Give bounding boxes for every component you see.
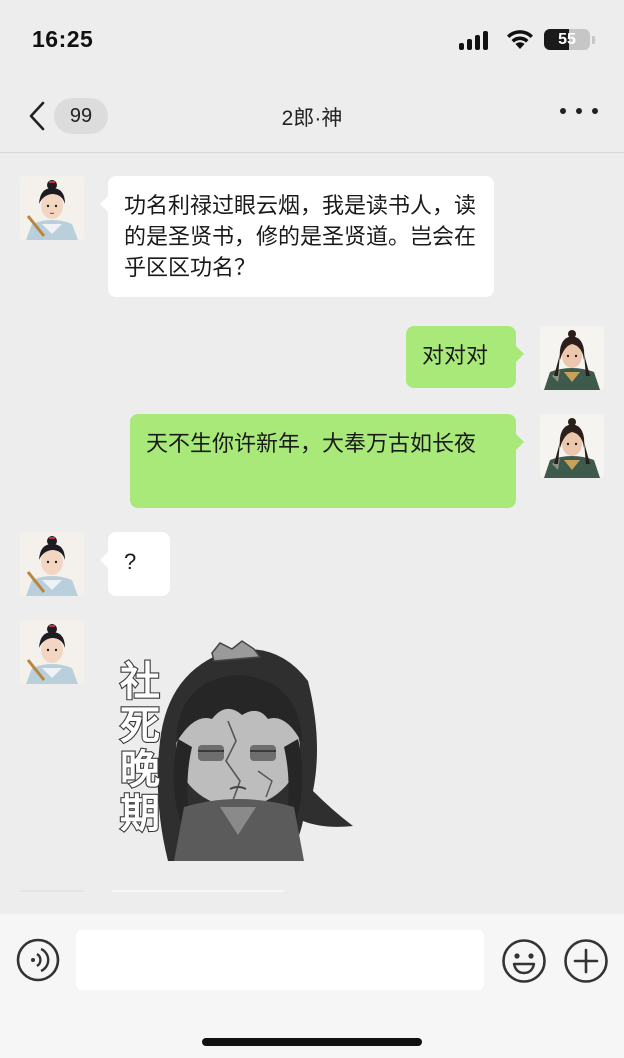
message-text: 对对对	[422, 343, 489, 368]
sticker-caption-char: 死	[120, 703, 160, 749]
home-indicator	[202, 1038, 422, 1046]
message-bubble[interactable]: 功名利禄过眼云烟，我是读书人，读的是圣贤书，修的是圣贤道。岂会在乎区区功名？	[100, 176, 494, 297]
grayscale-chibi-sticker[interactable]: 社 死 晚 期	[108, 621, 368, 869]
next-message-peek	[0, 889, 624, 892]
sticker-caption-char: 期	[120, 791, 160, 837]
cellular-signal-icon	[459, 30, 497, 50]
scholar-avatar[interactable]	[20, 176, 84, 240]
sticker-caption-char: 社	[120, 659, 160, 705]
more-dot	[576, 108, 582, 114]
plus-icon[interactable]	[563, 938, 609, 984]
status-bar: 16:25 55	[0, 0, 624, 80]
more-dot	[592, 108, 598, 114]
scholar-avatar[interactable]	[20, 620, 84, 684]
chat-header: 99 2郎·神	[0, 80, 624, 153]
message-input[interactable]	[76, 930, 484, 990]
message-bubble[interactable]: 天不生你许新年，大奉万古如长夜	[130, 414, 524, 508]
swordsman-avatar[interactable]	[540, 414, 604, 478]
emoji-icon[interactable]	[501, 938, 547, 984]
message-list[interactable]: 功名利禄过眼云烟，我是读书人，读的是圣贤书，修的是圣贤道。岂会在乎区区功名？ 对…	[0, 153, 624, 892]
status-time: 16:25	[32, 26, 94, 52]
battery-icon: 55	[544, 29, 590, 50]
message-bubble[interactable]: 对对对	[406, 326, 524, 388]
message-text: 天不生你许新年，大奉万古如长夜	[146, 431, 477, 456]
voice-icon[interactable]	[16, 938, 60, 982]
more-button[interactable]	[556, 100, 602, 124]
swordsman-avatar[interactable]	[540, 326, 604, 390]
wifi-icon	[507, 30, 533, 49]
sticker-caption-char: 晚	[120, 747, 160, 793]
scholar-avatar[interactable]	[20, 532, 84, 596]
message-text: 功名利禄过眼云烟，我是读书人，读的是圣贤书，修的是圣贤道。岂会在乎区区功名？	[124, 193, 477, 280]
battery-level: 55	[558, 31, 576, 48]
input-bar	[0, 914, 624, 1058]
chat-title: 2郎·神	[281, 107, 343, 130]
message-bubble[interactable]: ?	[100, 532, 170, 596]
more-dot	[560, 108, 566, 114]
battery-tip	[592, 36, 595, 44]
message-text: ?	[124, 549, 137, 574]
